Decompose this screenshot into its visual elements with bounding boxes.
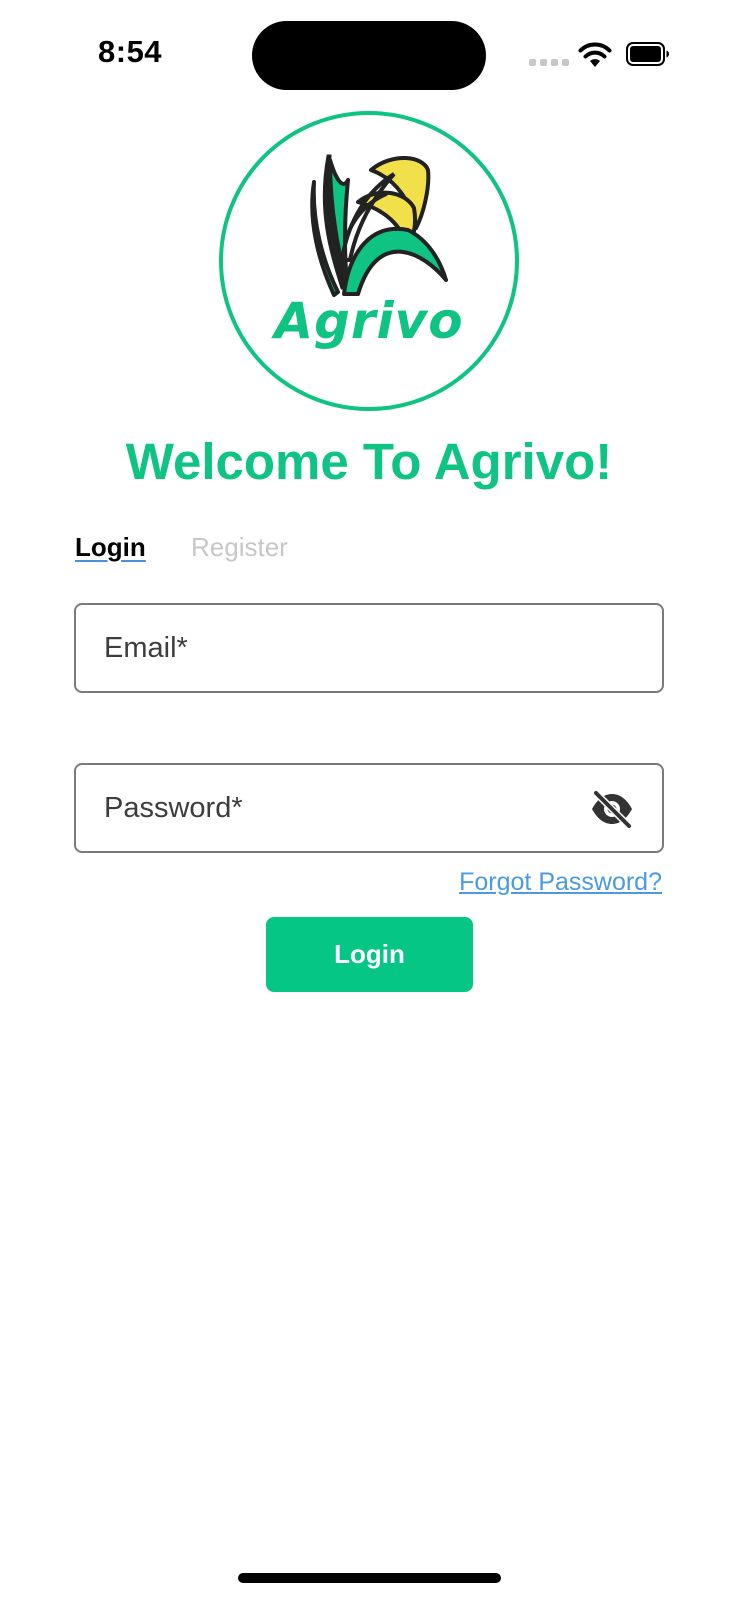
forgot-password-link[interactable]: Forgot Password? (459, 868, 662, 897)
email-input[interactable] (104, 605, 584, 691)
login-screen: 8:54 Agrivo Welcome To Agrivo! Login Reg… (0, 0, 738, 1600)
rice-plant-icon (219, 111, 519, 411)
logo-wordmark: Agrivo (274, 292, 464, 350)
tab-login[interactable]: Login (75, 532, 146, 563)
home-indicator[interactable] (238, 1573, 501, 1583)
tab-register[interactable]: Register (191, 532, 288, 563)
password-field[interactable] (74, 763, 664, 853)
cellular-signal-icon (529, 59, 569, 66)
eye-off-icon[interactable] (590, 789, 634, 829)
dynamic-island (252, 21, 486, 90)
password-input[interactable] (104, 765, 584, 851)
app-logo: Agrivo (218, 110, 520, 412)
login-button[interactable]: Login (266, 917, 473, 992)
status-time: 8:54 (98, 34, 163, 69)
battery-icon (626, 42, 669, 66)
welcome-heading: Welcome To Agrivo! (125, 433, 613, 490)
email-field[interactable] (74, 603, 664, 693)
wifi-icon (578, 42, 612, 67)
